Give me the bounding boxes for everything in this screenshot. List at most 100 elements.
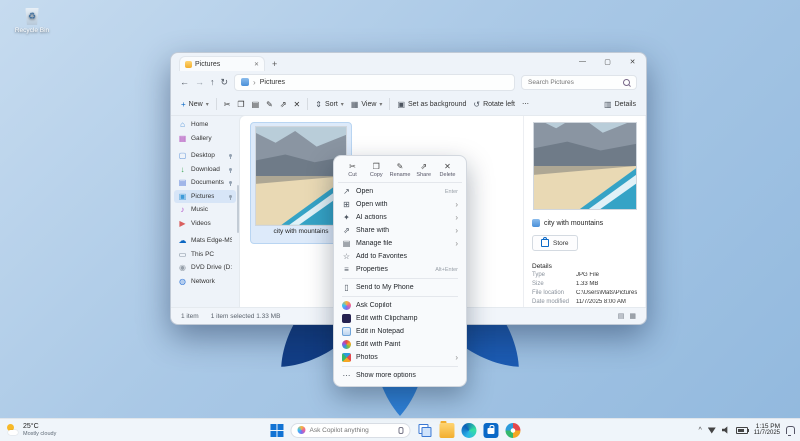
chevron-down-icon: ▾ xyxy=(379,101,382,108)
rename-button[interactable]: ✎ xyxy=(266,100,273,109)
menu-item-share-with[interactable]: ⇗ Share with › xyxy=(338,224,462,237)
menu-item-edit-with-paint[interactable]: Edit with Paint xyxy=(338,338,462,351)
menu-item-open[interactable]: ↗ Open Enter xyxy=(338,185,462,198)
menu-item-ai-actions[interactable]: ✦ AI actions › xyxy=(338,211,462,224)
store-button[interactable]: Store xyxy=(532,235,578,251)
submenu-chevron-icon: › xyxy=(453,239,458,248)
photos-app-button[interactable] xyxy=(505,423,520,438)
list-view-toggle[interactable]: ▤ xyxy=(618,312,625,320)
delete-menu-button[interactable]: ✕ Delete xyxy=(436,162,459,178)
task-view-button[interactable] xyxy=(417,423,432,438)
new-button[interactable]: + New ▾ xyxy=(181,100,209,109)
delete-button[interactable]: ✕ xyxy=(294,100,301,109)
menu-item-ask-copilot[interactable]: Ask Copilot xyxy=(338,299,462,312)
menu-item-manage-file[interactable]: ▤ Manage file › xyxy=(338,237,462,250)
detail-row-modified: Date modified 11/7/2025 8:00 AM xyxy=(532,297,637,306)
sidebar-item-dvd-drive[interactable]: ◉ DVD Drive (D:) xyxy=(174,261,236,275)
menu-item-edit-with-clipchamp[interactable]: Edit with Clipchamp xyxy=(338,312,462,325)
more-options-button[interactable]: ⋯ xyxy=(522,100,529,108)
menu-item-properties[interactable]: ≡ Properties Alt+Enter xyxy=(338,263,462,276)
sidebar-item-pictures[interactable]: ▣ Pictures xyxy=(174,190,236,204)
taskbar-search-input[interactable] xyxy=(309,427,387,434)
explorer-search-input[interactable] xyxy=(528,79,620,86)
cut-menu-button[interactable]: ✂ Cut xyxy=(341,162,364,178)
maximize-button[interactable]: ▢ xyxy=(595,54,620,69)
recycle-bin-shortcut[interactable]: ♻ Recycle Bin xyxy=(10,8,54,34)
phone-icon: ▯ xyxy=(342,283,351,292)
notifications-bell-icon[interactable] xyxy=(786,426,795,434)
start-button[interactable] xyxy=(269,423,283,437)
tab-close-icon[interactable]: ✕ xyxy=(254,61,259,68)
sidebar-item-documents[interactable]: ▤ Documents xyxy=(174,176,236,190)
address-bar[interactable]: › Pictures xyxy=(234,74,515,91)
system-tray: ^ 1:15 PM 11/7/2025 xyxy=(698,419,795,441)
tab-pictures[interactable]: Pictures ✕ xyxy=(179,56,265,71)
rotate-left-button[interactable]: ↺ Rotate left xyxy=(473,100,515,109)
cut-button[interactable]: ✂ xyxy=(224,100,231,109)
up-button[interactable]: ↑ xyxy=(210,77,215,87)
tab-bar: Pictures ✕ + — ▢ ✕ xyxy=(171,53,646,71)
menu-item-photos[interactable]: Photos › xyxy=(338,351,462,364)
window-controls: — ▢ ✕ xyxy=(570,54,645,69)
taskbar-clock[interactable]: 1:15 PM 11/7/2025 xyxy=(754,423,780,438)
refresh-button[interactable]: ↻ xyxy=(221,77,229,88)
sidebar-item-this-pc[interactable]: ▭ This PC xyxy=(174,248,236,262)
grid-view-toggle[interactable]: ▦ xyxy=(629,312,636,320)
sidebar-item-music[interactable]: ♪ Music xyxy=(174,203,236,217)
selected-file-name: city with mountains xyxy=(544,220,603,227)
microphone-icon[interactable] xyxy=(398,427,403,434)
share-menu-button[interactable]: ⇗ Share xyxy=(412,162,435,178)
menu-item-open-with[interactable]: ⊞ Open with › xyxy=(338,198,462,211)
wifi-icon[interactable] xyxy=(708,427,716,434)
set-as-background-button[interactable]: ▣ Set as background xyxy=(397,100,466,109)
sidebar-item-gallery[interactable]: ▦ Gallery xyxy=(174,132,236,146)
edge-browser-button[interactable] xyxy=(461,423,476,438)
sort-button[interactable]: ⇕ Sort ▾ xyxy=(315,100,344,109)
sidebar-item-videos[interactable]: ▶ Videos xyxy=(174,217,236,231)
view-button[interactable]: ▦ View ▾ xyxy=(351,100,383,109)
rename-menu-button[interactable]: ✎ Rename xyxy=(389,162,412,178)
explorer-search-box[interactable] xyxy=(521,75,637,90)
pin-icon xyxy=(229,168,232,171)
menu-item-edit-in-notepad[interactable]: Edit in Notepad xyxy=(338,325,462,338)
copy-button[interactable]: ❐ xyxy=(237,100,244,109)
menu-item-add-to-favorites[interactable]: ☆ Add to Favorites xyxy=(338,250,462,263)
weather-widget[interactable]: 25°C Mostly cloudy xyxy=(6,419,56,441)
menu-item-show-more-options[interactable]: ⋯ Show more options xyxy=(338,369,462,382)
image-icon: ▣ xyxy=(397,100,405,109)
item-count: 1 item xyxy=(181,313,199,320)
sidebar-item-home[interactable]: ⌂ Home xyxy=(174,118,236,132)
volume-icon[interactable] xyxy=(722,426,730,434)
new-tab-button[interactable]: + xyxy=(272,59,277,69)
share-icon: ⇗ xyxy=(412,162,435,171)
navigation-bar: ← → ↑ ↻ › Pictures xyxy=(171,71,646,93)
properties-icon: ≡ xyxy=(342,265,351,274)
sidebar-item-desktop[interactable]: ▢ Desktop xyxy=(174,149,236,163)
taskbar-search-box[interactable] xyxy=(290,423,410,438)
copy-menu-button[interactable]: ❐ Copy xyxy=(365,162,388,178)
sidebar-item-network[interactable]: ◍ Network xyxy=(174,275,236,289)
documents-icon: ▤ xyxy=(178,178,187,187)
more-options-icon: ⋯ xyxy=(342,371,351,380)
sidebar-item-onedrive-account[interactable]: ☁ Mats Edge-MSFT xyxy=(174,234,236,248)
minimize-button[interactable]: — xyxy=(570,54,595,69)
recycle-bin-label: Recycle Bin xyxy=(10,27,54,34)
details-pane-toggle[interactable]: ▥ Details xyxy=(604,100,636,109)
breadcrumb[interactable]: Pictures xyxy=(260,79,285,86)
menu-item-send-to-my-phone[interactable]: ▯ Send to My Phone xyxy=(338,281,462,294)
recycle-bin-icon: ♻ xyxy=(25,8,40,25)
details-header: Details xyxy=(532,263,637,270)
sidebar-item-download[interactable]: ↓ Download xyxy=(174,163,236,177)
navigation-pane: ⌂ Home ▦ Gallery ▢ Desktop ↓ Download ▤ … xyxy=(171,115,239,308)
clock-time: 1:15 PM xyxy=(754,423,780,431)
forward-button[interactable]: → xyxy=(195,77,204,87)
share-button[interactable]: ⇗ xyxy=(280,100,287,109)
hidden-icons-chevron[interactable]: ^ xyxy=(698,427,701,434)
battery-icon[interactable] xyxy=(736,427,748,434)
weather-condition: Mostly cloudy xyxy=(23,431,56,437)
file-explorer-button[interactable] xyxy=(439,423,454,438)
paste-button[interactable]: ▤ xyxy=(252,100,260,109)
back-button[interactable]: ← xyxy=(180,77,189,87)
microsoft-store-button[interactable] xyxy=(483,423,498,438)
close-button[interactable]: ✕ xyxy=(620,54,645,69)
